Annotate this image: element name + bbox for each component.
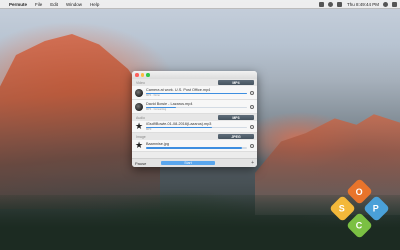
file-name: Camera at work. U.S. Post Office.mp4: [146, 87, 211, 92]
file-status: MP4 · Converting: [146, 108, 167, 112]
file-row[interactable]: Camera at work. U.S. Post Office.mp4 MP4…: [132, 86, 257, 100]
add-file-button[interactable]: +: [251, 160, 254, 166]
format-select-image[interactable]: JPEG: [218, 134, 254, 139]
progress-fill: [146, 92, 247, 94]
menu-edit[interactable]: Edit: [50, 2, 58, 7]
reveal-file-icon[interactable]: [250, 104, 254, 109]
notifications-icon[interactable]: [392, 1, 397, 7]
video-thumbnail-icon: [135, 102, 143, 111]
group-label: Video: [136, 80, 145, 85]
menu-app-name[interactable]: Permute: [9, 2, 27, 7]
group-header-image: Image JPEG: [132, 133, 257, 140]
group-label: Image: [136, 134, 146, 139]
battery-icon[interactable]: [336, 1, 342, 7]
status-app-icon[interactable]: [318, 1, 324, 7]
file-name: Baamnise.jpg: [146, 142, 170, 147]
file-row[interactable]: ★ Baamnise.jpg: [132, 140, 257, 152]
file-status: MP3: [146, 128, 152, 132]
menu-status-area: Thu 8:49:44 PM: [315, 1, 397, 7]
progress-fill: [146, 106, 177, 108]
menu-help[interactable]: Help: [90, 2, 99, 7]
watermark-logo: O S P C: [329, 178, 390, 240]
video-thumbnail-icon: [135, 88, 143, 97]
window-footer: Pause Start +: [132, 158, 257, 167]
group-label: Audio: [136, 115, 145, 120]
file-name: David Bowie - Lazarus.mp4: [146, 101, 193, 106]
progress-bar: [146, 106, 247, 108]
format-select-audio[interactable]: MP3: [218, 115, 254, 120]
menu-bar: Permute File Edit Window Help Thu 8:49:4…: [0, 0, 400, 9]
wifi-icon[interactable]: [327, 1, 333, 7]
reveal-file-icon[interactable]: [250, 90, 254, 95]
logo-tile: P: [363, 195, 390, 222]
progress-bar: [146, 126, 247, 128]
progress-bar: [146, 147, 247, 149]
close-window-button[interactable]: [135, 73, 139, 77]
reveal-file-icon[interactable]: [250, 143, 254, 148]
progress-bar: [146, 92, 247, 94]
group-header-video: Video MP4: [132, 79, 257, 86]
zoom-window-button[interactable]: [146, 73, 150, 77]
window-titlebar[interactable]: [132, 71, 257, 79]
file-status: MP4 · Done: [146, 94, 160, 98]
file-name: iGsd9Bowie-01-08-2016(Lazarus).mp3: [146, 121, 212, 126]
search-icon[interactable]: [383, 1, 388, 7]
logo-tile: C: [346, 212, 373, 239]
menu-window[interactable]: Window: [66, 2, 82, 7]
file-row[interactable]: ★ iGsd9Bowie-01-08-2016(Lazarus).mp3 MP3: [132, 121, 257, 133]
format-select-video[interactable]: MP4: [218, 80, 254, 85]
permute-window: Video MP4 Camera at work. U.S. Post Offi…: [132, 71, 257, 167]
minimize-window-button[interactable]: [140, 73, 144, 77]
progress-fill: [146, 126, 212, 128]
star-icon: ★: [134, 121, 144, 131]
star-icon: ★: [134, 140, 144, 150]
clock[interactable]: Thu 8:49:44 PM: [347, 2, 379, 7]
progress-fill: [146, 147, 242, 149]
menu-file[interactable]: File: [35, 2, 42, 7]
reveal-file-icon[interactable]: [250, 124, 254, 129]
pause-button[interactable]: Pause: [135, 161, 155, 166]
group-header-audio: Audio MP3: [132, 114, 257, 121]
file-row[interactable]: David Bowie - Lazarus.mp4 MP4 · Converti…: [132, 100, 257, 114]
start-convert-button[interactable]: Start: [161, 160, 215, 166]
